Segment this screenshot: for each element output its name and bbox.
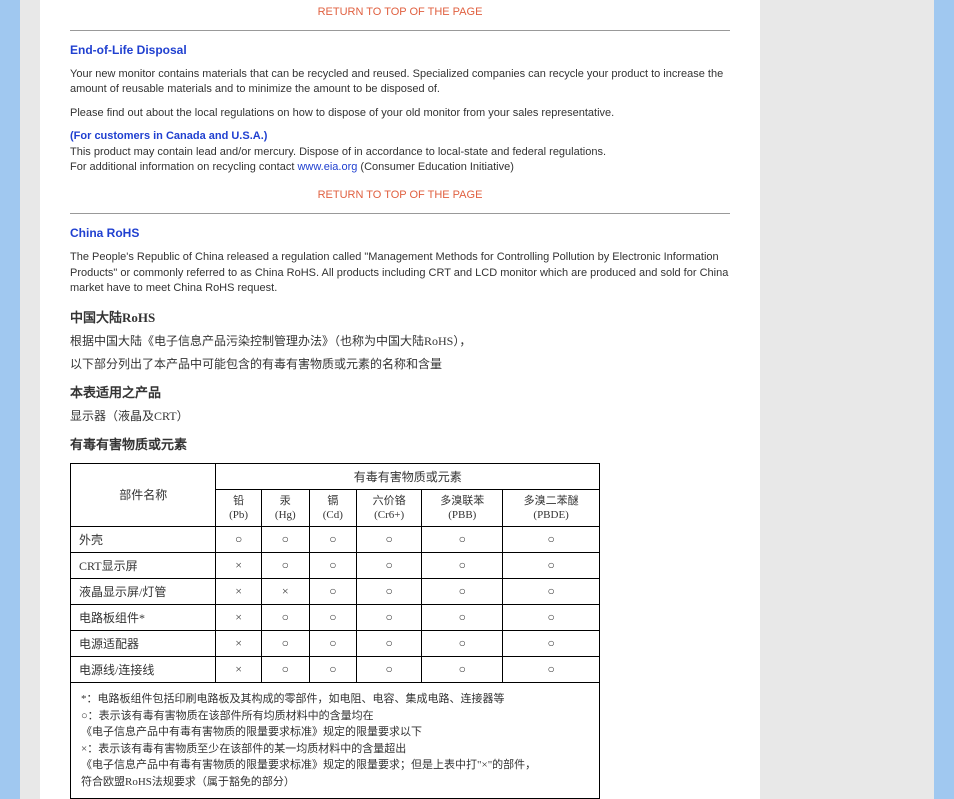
table-value-cell: ○ <box>309 579 356 605</box>
divider <box>70 213 730 214</box>
table-value-cell: ○ <box>503 605 600 631</box>
cn-head2: 本表适用之产品 <box>70 382 730 401</box>
eol-p2: Please find out about the local regulati… <box>70 106 730 121</box>
table-value-cell: ○ <box>261 605 309 631</box>
table-value-cell: ○ <box>309 553 356 579</box>
cn-line3: 显示器（液晶及CRT） <box>70 407 730 424</box>
rohs-table: 部件名称 有毒有害物质或元素 铅(Pb)汞(Hg)镉(Cd)六价铬(Cr6+)多… <box>70 463 600 799</box>
table-value-cell: × <box>216 579 261 605</box>
table-value-cell: × <box>216 631 261 657</box>
table-value-cell: ○ <box>309 605 356 631</box>
table-row: 电源适配器×○○○○○ <box>71 631 600 657</box>
table-value-cell: ○ <box>356 527 421 553</box>
table-col-header: 汞(Hg) <box>261 489 309 527</box>
table-value-cell: ○ <box>261 553 309 579</box>
rohs-intro: The People's Republic of China released … <box>70 250 730 296</box>
table-value-cell: ○ <box>216 527 261 553</box>
table-col-header: 六价铬(Cr6+) <box>356 489 421 527</box>
th-part: 部件名称 <box>71 463 216 527</box>
table-part-cell: 液晶显示屏/灯管 <box>71 579 216 605</box>
table-value-cell: ○ <box>422 579 503 605</box>
eol-usca: (For customers in Canada and U.S.A.) Thi… <box>70 129 730 175</box>
table-notes: *：电路板组件包括印刷电路板及其构成的零部件，如电阻、电容、集成电路、连接器等 … <box>71 683 600 799</box>
table-value-cell: ○ <box>261 527 309 553</box>
table-row: CRT显示屏×○○○○○ <box>71 553 600 579</box>
table-value-cell: ○ <box>261 657 309 683</box>
table-header-row-1: 部件名称 有毒有害物质或元素 <box>71 463 600 489</box>
table-col-header: 多溴二苯醚(PBDE) <box>503 489 600 527</box>
table-value-cell: ○ <box>356 579 421 605</box>
table-value-cell: ○ <box>422 527 503 553</box>
usca-line1: This product may contain lead and/or mer… <box>70 146 606 158</box>
cn-head3: 有毒有害物质或元素 <box>70 434 730 453</box>
table-value-cell: ○ <box>309 527 356 553</box>
table-part-cell: 电源线/连接线 <box>71 657 216 683</box>
table-part-cell: 电路板组件* <box>71 605 216 631</box>
table-value-cell: ○ <box>422 553 503 579</box>
table-value-cell: ○ <box>503 527 600 553</box>
cn-line1: 根据中国大陆《电子信息产品污染控制管理办法》（也称为中国大陆RoHS）， <box>70 332 730 349</box>
table-value-cell: × <box>216 553 261 579</box>
table-value-cell: ○ <box>503 553 600 579</box>
left-stripe <box>0 0 20 799</box>
table-value-cell: ○ <box>261 631 309 657</box>
eol-p1: Your new monitor contains materials that… <box>70 67 730 98</box>
table-row: 液晶显示屏/灯管××○○○○ <box>71 579 600 605</box>
table-value-cell: ○ <box>356 605 421 631</box>
cn-head1: 中国大陆RoHS <box>70 307 730 326</box>
table-part-cell: 电源适配器 <box>71 631 216 657</box>
th-group: 有毒有害物质或元素 <box>216 463 600 489</box>
table-value-cell: ○ <box>503 579 600 605</box>
table-value-cell: ○ <box>309 657 356 683</box>
table-notes-row: *：电路板组件包括印刷电路板及其构成的零部件，如电阻、电容、集成电路、连接器等 … <box>71 683 600 799</box>
eia-link[interactable]: www.eia.org <box>297 161 357 173</box>
usca-line2a: For additional information on recycling … <box>70 161 297 173</box>
table-col-header: 铅(Pb) <box>216 489 261 527</box>
table-row: 电路板组件*×○○○○○ <box>71 605 600 631</box>
table-value-cell: ○ <box>356 553 421 579</box>
usca-heading: (For customers in Canada and U.S.A.) <box>70 130 267 142</box>
table-col-header: 多溴联苯(PBB) <box>422 489 503 527</box>
table-row: 外壳○○○○○○ <box>71 527 600 553</box>
right-stripe <box>934 0 954 799</box>
eol-heading: End-of-Life Disposal <box>70 43 730 57</box>
table-value-cell: ○ <box>422 605 503 631</box>
table-row: 电源线/连接线×○○○○○ <box>71 657 600 683</box>
page-outer: RETURN TO TOP OF THE PAGE End-of-Life Di… <box>0 0 954 799</box>
table-part-cell: 外壳 <box>71 527 216 553</box>
table-value-cell: ○ <box>356 631 421 657</box>
table-value-cell: × <box>261 579 309 605</box>
paper: RETURN TO TOP OF THE PAGE End-of-Life Di… <box>40 0 760 799</box>
table-value-cell: ○ <box>503 657 600 683</box>
rohs-heading: China RoHS <box>70 226 730 240</box>
divider <box>70 30 730 31</box>
usca-line2b: (Consumer Education Initiative) <box>357 161 514 173</box>
table-value-cell: ○ <box>422 631 503 657</box>
table-col-header: 镉(Cd) <box>309 489 356 527</box>
table-value-cell: ○ <box>309 631 356 657</box>
cn-line2: 以下部分列出了本产品中可能包含的有毒有害物质或元素的名称和含量 <box>70 355 730 372</box>
table-value-cell: ○ <box>503 631 600 657</box>
table-value-cell: ○ <box>422 657 503 683</box>
table-value-cell: × <box>216 657 261 683</box>
return-top-link-2[interactable]: RETURN TO TOP OF THE PAGE <box>70 183 730 207</box>
table-value-cell: × <box>216 605 261 631</box>
table-part-cell: CRT显示屏 <box>71 553 216 579</box>
content-wrap: RETURN TO TOP OF THE PAGE End-of-Life Di… <box>20 0 934 799</box>
table-value-cell: ○ <box>356 657 421 683</box>
return-top-link-1[interactable]: RETURN TO TOP OF THE PAGE <box>70 0 730 24</box>
